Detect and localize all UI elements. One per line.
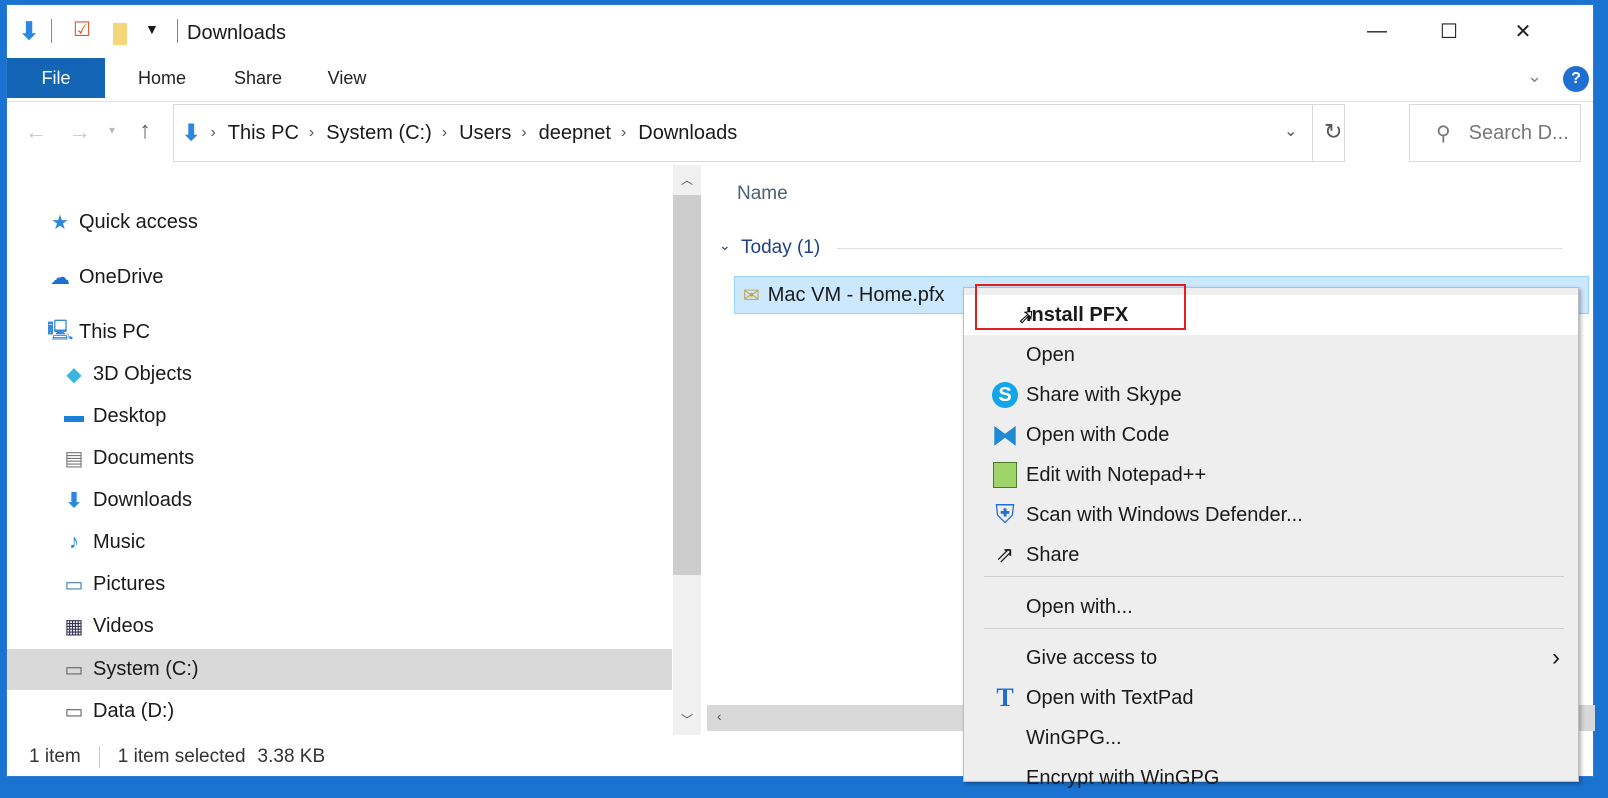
- minimize-button[interactable]: —: [1341, 5, 1413, 57]
- cube-icon: ◆: [66, 364, 82, 386]
- close-button[interactable]: ✕: [1487, 5, 1559, 57]
- tab-file[interactable]: File: [7, 58, 105, 98]
- refresh-button[interactable]: ↻: [1324, 119, 1342, 145]
- group-collapse-chevron-icon[interactable]: ⌄: [719, 237, 731, 254]
- downloads-icon: ⬇: [182, 120, 201, 145]
- scroll-down-icon[interactable]: ﹀: [681, 711, 693, 728]
- selection-size: 3.38 KB: [257, 746, 326, 767]
- up-button[interactable]: ↑: [139, 117, 151, 145]
- cloud-icon: ☁: [50, 267, 70, 289]
- navigation-pane: ★ Quick access ☁ OneDrive 🖳 This PC ◆ 3D Obj…: [7, 165, 672, 735]
- divider: [177, 19, 178, 43]
- music-icon: ♪: [69, 531, 79, 553]
- breadcrumb-users[interactable]: › Users: [442, 122, 512, 145]
- highlight-box: [975, 284, 1186, 330]
- defender-shield-icon: ⛨: [995, 499, 1015, 529]
- tab-view[interactable]: View: [307, 58, 387, 98]
- document-icon: ▤: [64, 448, 84, 470]
- tab-home[interactable]: Home: [117, 58, 207, 98]
- recent-locations-chevron-icon[interactable]: ▾: [109, 123, 115, 137]
- properties-icon[interactable]: ☑: [73, 17, 91, 42]
- menu-item-share[interactable]: ⇗ Share: [964, 535, 1578, 575]
- menu-item-give-access[interactable]: Give access to ›: [964, 638, 1578, 678]
- share-icon: ⇗: [995, 542, 1015, 567]
- item-count: 1 item: [29, 746, 81, 767]
- scroll-left-icon[interactable]: ‹: [717, 708, 722, 724]
- nav-item-data-d[interactable]: ▭ Data (D:): [7, 691, 672, 732]
- nav-item-this-pc[interactable]: 🖳 This PC: [7, 312, 672, 353]
- videos-icon: ▦: [64, 616, 84, 638]
- forward-button[interactable]: →: [69, 119, 91, 145]
- maximize-button[interactable]: ☐: [1413, 5, 1485, 57]
- menu-item-scan-defender[interactable]: ⛨ Scan with Windows Defender...: [964, 495, 1578, 535]
- menu-item-edit-notepadpp[interactable]: Edit with Notepad++: [964, 455, 1578, 495]
- nav-item-system-c[interactable]: ▭ System (C:): [7, 649, 672, 690]
- address-bar[interactable]: ⬇ › This PC › System (C:) › Users › deepnet …: [173, 104, 1345, 162]
- nav-item-desktop[interactable]: ▬ Desktop: [7, 396, 672, 437]
- new-folder-icon[interactable]: [113, 23, 127, 45]
- drive-icon: ▭: [64, 701, 84, 723]
- nav-item-documents[interactable]: ▤ Documents: [7, 438, 672, 479]
- expand-ribbon-chevron-icon[interactable]: ⌄: [1527, 66, 1542, 87]
- certificate-file-icon: ✉: [743, 284, 760, 307]
- back-button[interactable]: ←: [25, 119, 47, 145]
- ribbon: File Home Share View ⌄ ?: [7, 58, 1593, 102]
- selection-info: 1 item selected: [117, 746, 246, 767]
- group-header-today[interactable]: Today (1): [741, 237, 820, 259]
- customize-toolbar-chevron-icon[interactable]: ▼: [145, 21, 159, 37]
- search-placeholder: Search D...: [1468, 121, 1569, 144]
- title-bar: ⬇ ☑ ▼ Downloads — ☐ ✕: [7, 5, 1593, 57]
- divider: [51, 19, 52, 43]
- breadcrumb-this-pc[interactable]: › This PC: [210, 122, 298, 145]
- nav-item-quick-access[interactable]: ★ Quick access: [7, 202, 672, 243]
- mouse-cursor-icon: ➚: [1018, 306, 1036, 329]
- menu-item-encrypt-wingpg[interactable]: Encrypt with WinGPG: [964, 758, 1578, 798]
- pictures-icon: ▭: [64, 574, 84, 596]
- skype-icon: S: [992, 382, 1018, 408]
- group-divider: [837, 248, 1562, 249]
- search-icon: ⚲: [1436, 122, 1451, 145]
- address-dropdown-icon[interactable]: ⌄: [1284, 121, 1297, 141]
- menu-item-open-with[interactable]: Open with...: [964, 587, 1578, 627]
- menu-item-open-with-code[interactable]: ⧓ Open with Code: [964, 415, 1578, 455]
- menu-item-open-with-textpad[interactable]: T Open with TextPad: [964, 678, 1578, 718]
- column-header-name[interactable]: Name: [737, 183, 788, 205]
- help-button[interactable]: ?: [1563, 66, 1589, 92]
- nav-item-pictures[interactable]: ▭ Pictures: [7, 564, 672, 605]
- scrollbar-thumb[interactable]: [673, 195, 701, 575]
- desktop-icon: ▬: [64, 405, 84, 427]
- search-input[interactable]: ⚲ Search D...: [1409, 104, 1581, 162]
- window-title: Downloads: [187, 22, 286, 44]
- breadcrumb-deepnet[interactable]: › deepnet: [521, 122, 611, 145]
- file-name: Mac VM - Home.pfx: [767, 283, 945, 306]
- menu-separator: [984, 576, 1564, 577]
- vscode-icon: ⧓: [992, 419, 1018, 450]
- submenu-chevron-icon: ›: [1552, 644, 1560, 671]
- context-menu: Install PFX ➚ Open S Share with Skype ⧓ Op…: [963, 284, 1579, 789]
- menu-item-wingpg[interactable]: WinGPG...: [964, 718, 1578, 758]
- scroll-up-icon[interactable]: ︿: [681, 171, 693, 188]
- nav-item-videos[interactable]: ▦ Videos: [7, 606, 672, 647]
- menu-item-share-skype[interactable]: S Share with Skype: [964, 375, 1578, 415]
- menu-separator: [984, 628, 1564, 629]
- downloads-icon: ⬇: [19, 18, 40, 45]
- nav-item-3d-objects[interactable]: ◆ 3D Objects: [7, 354, 672, 395]
- nav-scrollbar[interactable]: ︿ ﹀: [673, 165, 701, 735]
- drive-icon: ▭: [64, 659, 84, 681]
- nav-item-music[interactable]: ♪ Music: [7, 522, 672, 563]
- star-icon: ★: [51, 212, 69, 234]
- breadcrumb-downloads[interactable]: › Downloads: [621, 122, 737, 145]
- divider: [1312, 105, 1313, 161]
- breadcrumb-system-c[interactable]: › System (C:): [309, 122, 432, 145]
- nav-item-onedrive[interactable]: ☁ OneDrive: [7, 257, 672, 298]
- nav-item-downloads[interactable]: ⬇ Downloads: [7, 480, 672, 521]
- download-icon: ⬇: [65, 490, 83, 512]
- textpad-icon: T: [996, 683, 1014, 712]
- menu-item-open[interactable]: Open: [964, 335, 1578, 375]
- computer-icon: 🖳: [47, 319, 74, 342]
- tab-share[interactable]: Share: [213, 58, 303, 98]
- notepadpp-icon: [993, 462, 1017, 488]
